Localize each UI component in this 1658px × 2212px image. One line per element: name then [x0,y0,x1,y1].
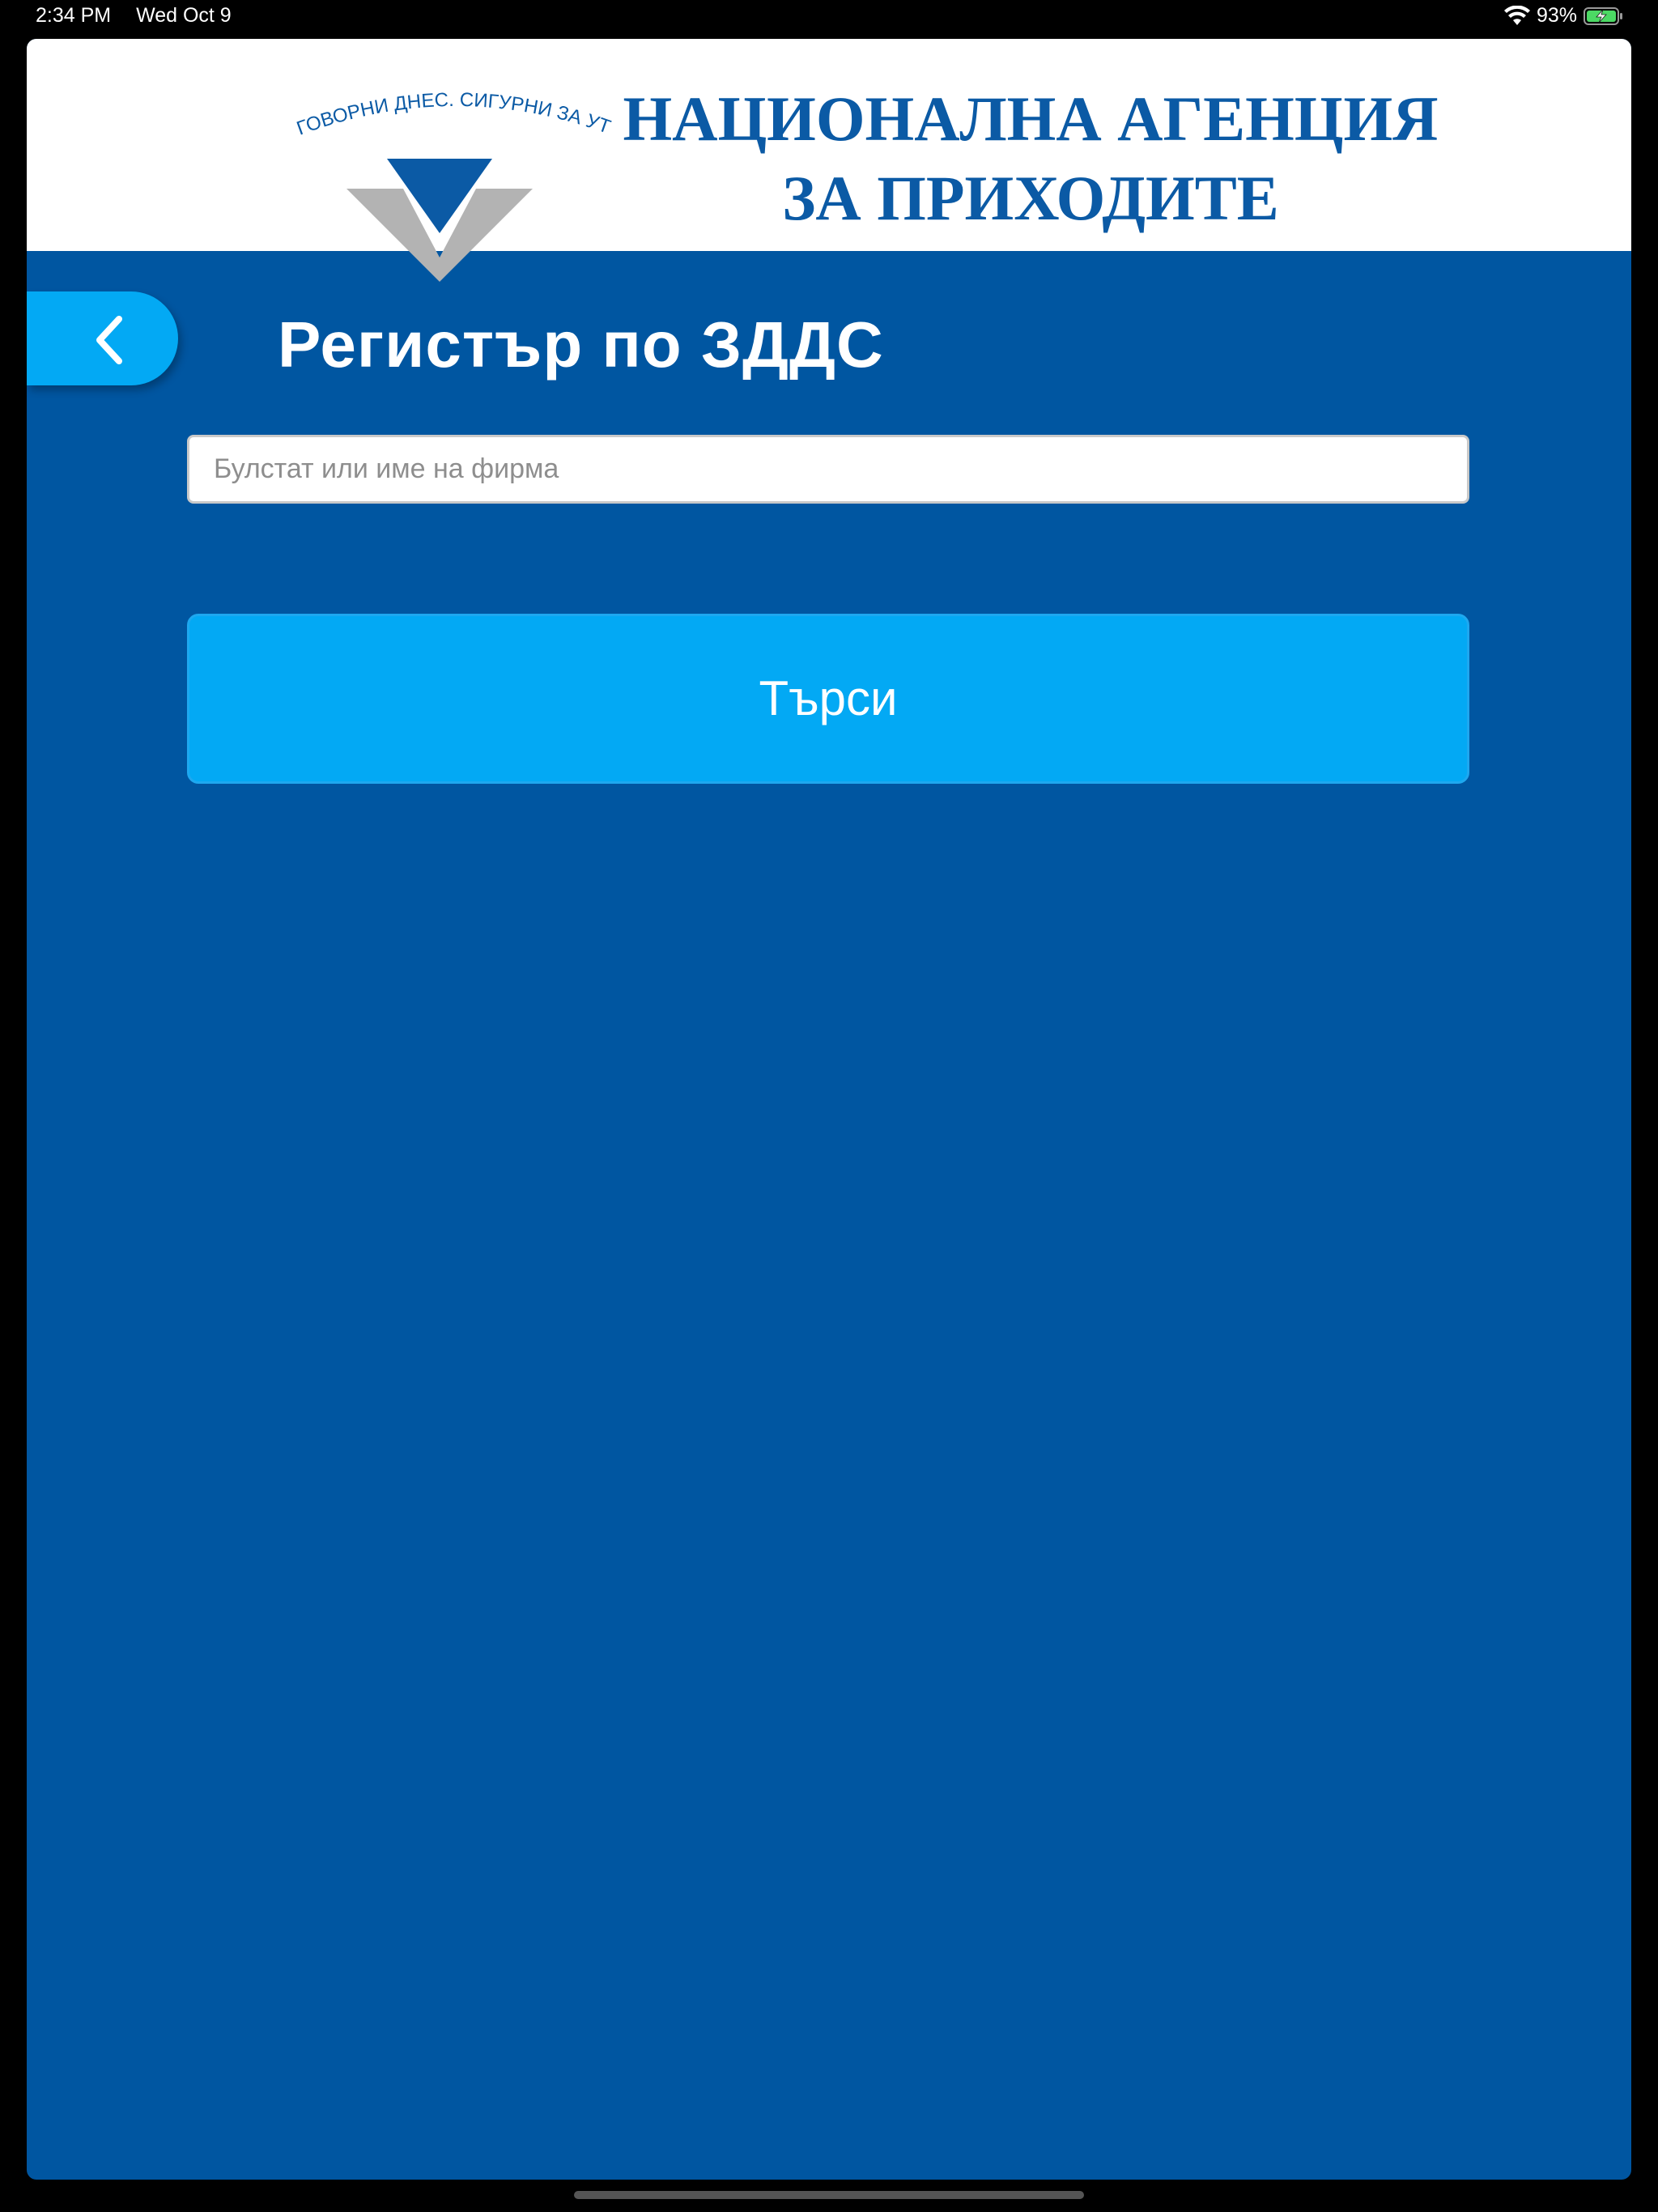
status-right: 93% [1503,4,1624,28]
status-bar: 2:34 PM Wed Oct 9 93% [0,0,1658,36]
agency-logo-icon [346,159,533,282]
back-button[interactable] [27,291,178,385]
search-button[interactable]: Търси [187,614,1469,784]
agency-name-line2: ЗА ПРИХОДИТЕ [782,163,1279,233]
agency-name: НАЦИОНАЛНА АГЕНЦИЯ ЗА ПРИХОДИТЕ [593,79,1468,238]
search-input[interactable] [187,435,1469,504]
chevron-left-icon [96,316,122,364]
battery-percent: 93% [1536,4,1577,27]
agency-header: ОТГОВОРНИ ДНЕС. СИГУРНИ ЗА УТРЕ. НАЦИОНА… [27,39,1631,282]
battery-charging-icon [1584,6,1622,25]
agency-name-line1: НАЦИОНАЛНА АГЕНЦИЯ [623,83,1439,154]
app-screen: ОТГОВОРНИ ДНЕС. СИГУРНИ ЗА УТРЕ. НАЦИОНА… [27,39,1631,2180]
status-time: 2:34 PM [36,4,112,27]
status-date: Wed Oct 9 [136,4,232,27]
home-indicator[interactable] [574,2191,1084,2199]
status-left: 2:34 PM Wed Oct 9 [36,4,232,28]
wifi-icon [1503,5,1530,25]
page-title: Регистър по ЗДДС [278,308,884,381]
